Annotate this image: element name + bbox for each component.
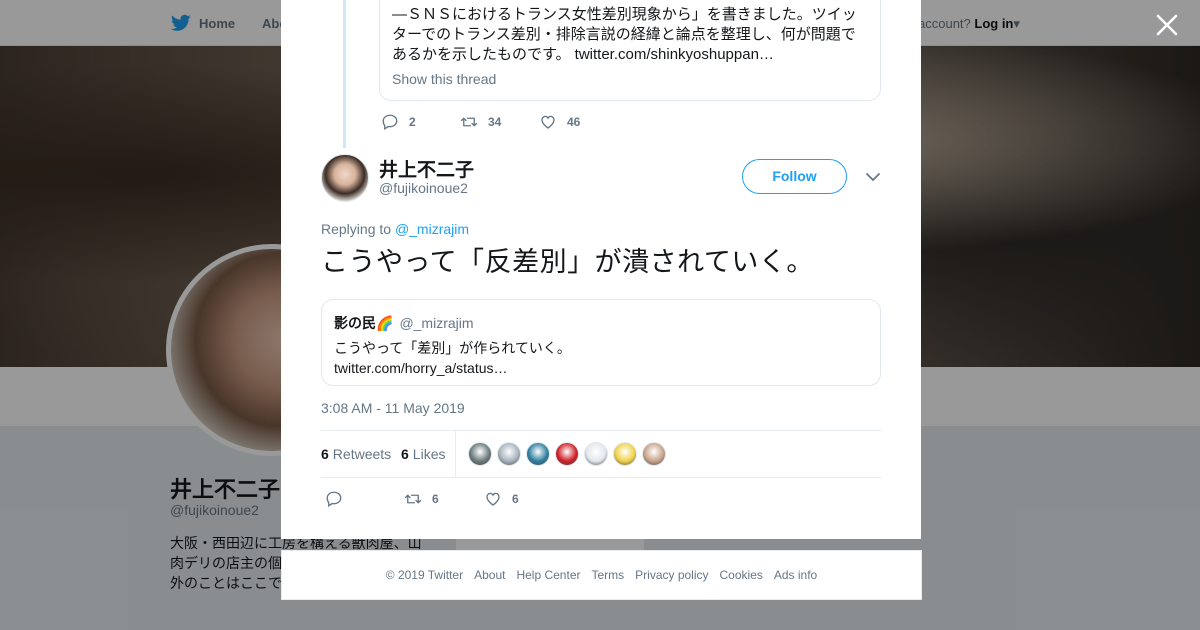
tweet-action-row: 6 6 [325, 490, 519, 508]
footer-link-cookies[interactable]: Cookies [720, 568, 763, 582]
heart-icon [486, 492, 500, 506]
retweets-stat-label: Retweets [332, 446, 392, 462]
footer-link-privacy[interactable]: Privacy policy [635, 568, 708, 582]
parent-quote-text: —ＳＮＳにおけるトランス女性差別現象から」を書きました。ツイッターでのトランス差… [392, 6, 857, 63]
tweet-stats: 6 Retweets 6 Likes [321, 430, 881, 478]
retweet-icon [404, 494, 422, 504]
tweet-text: こうやって「反差別」が潰されていく。 [321, 247, 814, 277]
parent-action-row: 2 34 46 [381, 113, 580, 131]
footer-link-about[interactable]: About [474, 568, 505, 582]
modal-footer: © 2019 Twitter About Help Center Terms P… [281, 550, 922, 600]
author-avatar[interactable] [321, 154, 369, 202]
parent-like-button[interactable]: 46 [539, 113, 580, 131]
parent-reply-button[interactable]: 2 [381, 113, 460, 131]
liker-avatar[interactable] [584, 442, 608, 466]
liker-avatars [468, 442, 666, 466]
likes-stat-count: 6 [401, 446, 409, 462]
liker-avatar[interactable] [613, 442, 637, 466]
quoted-tweet-text: こうやって「差別」が作られていく。 [334, 340, 571, 356]
chevron-down-icon[interactable] [865, 170, 881, 184]
replying-to: Replying to @_mizrajim [321, 221, 469, 237]
footer-link-ads-info[interactable]: Ads info [774, 568, 817, 582]
likes-stat[interactable]: 6 Likes [401, 446, 445, 462]
reply-icon [326, 491, 342, 507]
parent-reply-count: 2 [409, 115, 416, 129]
retweets-stat-count: 6 [321, 446, 329, 462]
parent-retweet-count: 34 [488, 115, 502, 129]
like-button[interactable]: 6 [484, 490, 519, 508]
parent-retweet-button[interactable]: 34 [460, 113, 539, 131]
liker-avatar[interactable] [468, 442, 492, 466]
footer-link-help-center[interactable]: Help Center [516, 568, 580, 582]
liker-avatar[interactable] [497, 442, 521, 466]
parent-like-count: 46 [567, 115, 581, 129]
reply-button[interactable] [325, 490, 404, 508]
quoted-tweet[interactable]: 影の民🌈 @_mizrajim こうやって「差別」が作られていく。 twitte… [321, 299, 881, 386]
retweet-button[interactable]: 6 [404, 490, 484, 508]
close-icon[interactable] [1155, 13, 1179, 37]
quoted-author-name: 影の民🌈 [334, 315, 394, 331]
author-name[interactable]: 井上不二子 [379, 155, 474, 182]
follow-button[interactable]: Follow [742, 159, 847, 194]
retweet-count: 6 [432, 492, 439, 506]
replying-to-handle[interactable]: @_mizrajim [395, 221, 469, 237]
thread-connector-line [343, 0, 346, 148]
quoted-tweet-link[interactable]: twitter.com/horry_a/status… [334, 358, 868, 378]
liker-avatar[interactable] [642, 442, 666, 466]
footer-copyright: © 2019 Twitter [385, 568, 464, 582]
reply-icon [382, 114, 398, 130]
tweet-timestamp[interactable]: 3:08 AM - 11 May 2019 [321, 400, 465, 416]
quoted-author-handle: @_mizrajim [399, 315, 474, 331]
likes-stat-label: Likes [412, 446, 446, 462]
retweets-stat[interactable]: 6 Retweets [321, 446, 391, 462]
liker-avatar[interactable] [555, 442, 579, 466]
parent-quoted-tweet[interactable]: —ＳＮＳにおけるトランス女性差別現象から」を書きました。ツイッターでのトランス差… [379, 0, 881, 101]
replying-to-prefix: Replying to [321, 221, 392, 237]
tweet-modal: —ＳＮＳにおけるトランス女性差別現象から」を書きました。ツイッターでのトランス差… [281, 0, 921, 539]
author-handle[interactable]: @fujikoinoue2 [379, 180, 468, 196]
liker-avatar[interactable] [526, 442, 550, 466]
stats-divider [455, 431, 456, 477]
heart-icon [541, 115, 555, 129]
retweet-icon [460, 117, 478, 127]
like-count: 6 [512, 492, 519, 506]
footer-link-terms[interactable]: Terms [591, 568, 624, 582]
show-thread-link[interactable]: Show this thread [392, 71, 496, 87]
quoted-tweet-header: 影の民🌈 @_mizrajim [334, 313, 868, 333]
